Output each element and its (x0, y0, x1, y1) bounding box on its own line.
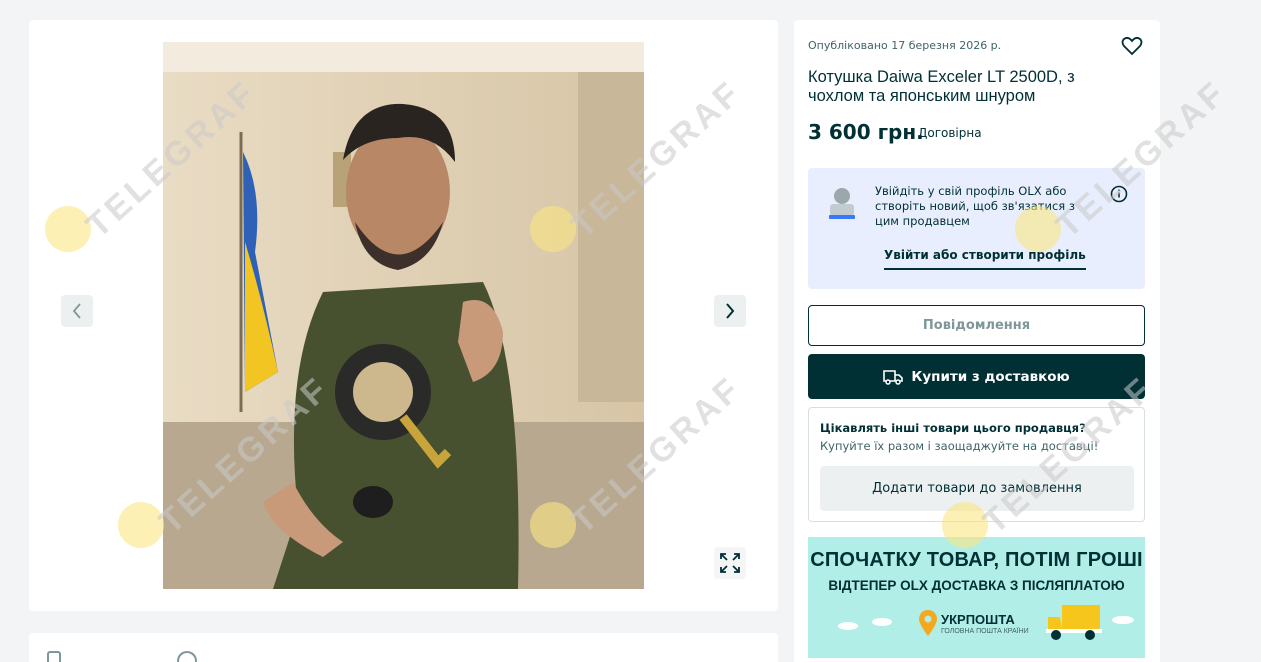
chevron-left-icon (72, 303, 81, 319)
bundle-text-rest: Купуйте їх разом і заощаджуйте на достав… (820, 439, 1099, 453)
cloud-icon (838, 618, 892, 630)
negotiable-label: Договірна (918, 126, 982, 140)
clock-icon (177, 651, 197, 662)
buy-button-label: Купити з доставкою (911, 368, 1070, 385)
add-items-button[interactable]: Додати товари до замовлення (820, 466, 1134, 511)
fullscreen-button[interactable] (714, 547, 746, 579)
chevron-right-icon (726, 303, 735, 319)
previous-photo-button[interactable] (61, 295, 93, 327)
heart-icon[interactable] (1120, 34, 1144, 58)
listing-photo[interactable] (163, 42, 644, 589)
details-card (29, 633, 778, 662)
bundle-text-bold: Цікавлять інші товари цього продавця? (820, 421, 1086, 435)
map-pin-icon (919, 610, 937, 636)
truck-icon (883, 369, 904, 385)
promo-banner[interactable]: СПОЧАТКУ ТОВАР, ПОТІМ ГРОШІ ВІДТЕПЕР OLX… (808, 537, 1145, 658)
published-date: Опубліковано 17 березня 2026 р. (808, 39, 1002, 52)
banner-subline: ВІДТЕПЕР OLX ДОСТАВКА З ПІСЛЯПЛАТОЮ (828, 578, 1125, 593)
bundle-text: Цікавлять інші товари цього продавця? Ку… (820, 419, 1138, 455)
cloud-icon (1112, 616, 1134, 624)
login-link[interactable]: Увійти або створити профіль (884, 248, 1086, 270)
user-avatar-icon (829, 188, 855, 219)
info-icon[interactable] (1110, 185, 1128, 203)
ukrposhta-brand: УКРПОШТА (941, 612, 1015, 627)
bundle-offer: Цікавлять інші товари цього продавця? Ку… (808, 407, 1145, 522)
listing-info-panel: Опубліковано 17 березня 2026 р. Котушка … (794, 20, 1160, 662)
login-prompt: Увійдіть у свій профіль OLX або створіть… (808, 168, 1145, 289)
delivery-truck-icon (1046, 605, 1102, 640)
listing-title: Котушка Daiwa Exceler LT 2500D, з чохлом… (808, 68, 1075, 105)
listing-price: 3 600 грн. (808, 120, 924, 144)
ukrposhta-tagline: ГОЛОВНА ПОШТА КРАЇНИ (941, 628, 1029, 635)
document-icon (47, 651, 61, 662)
message-button[interactable]: Повідомлення (808, 305, 1145, 346)
expand-icon (720, 553, 740, 573)
next-photo-button[interactable] (714, 295, 746, 327)
login-prompt-text: Увійдіть у свій профіль OLX або створіть… (875, 184, 1075, 228)
banner-headline: СПОЧАТКУ ТОВАР, ПОТІМ ГРОШІ (810, 549, 1143, 571)
gallery-card (29, 20, 778, 611)
buy-with-delivery-button[interactable]: Купити з доставкою (808, 354, 1145, 399)
